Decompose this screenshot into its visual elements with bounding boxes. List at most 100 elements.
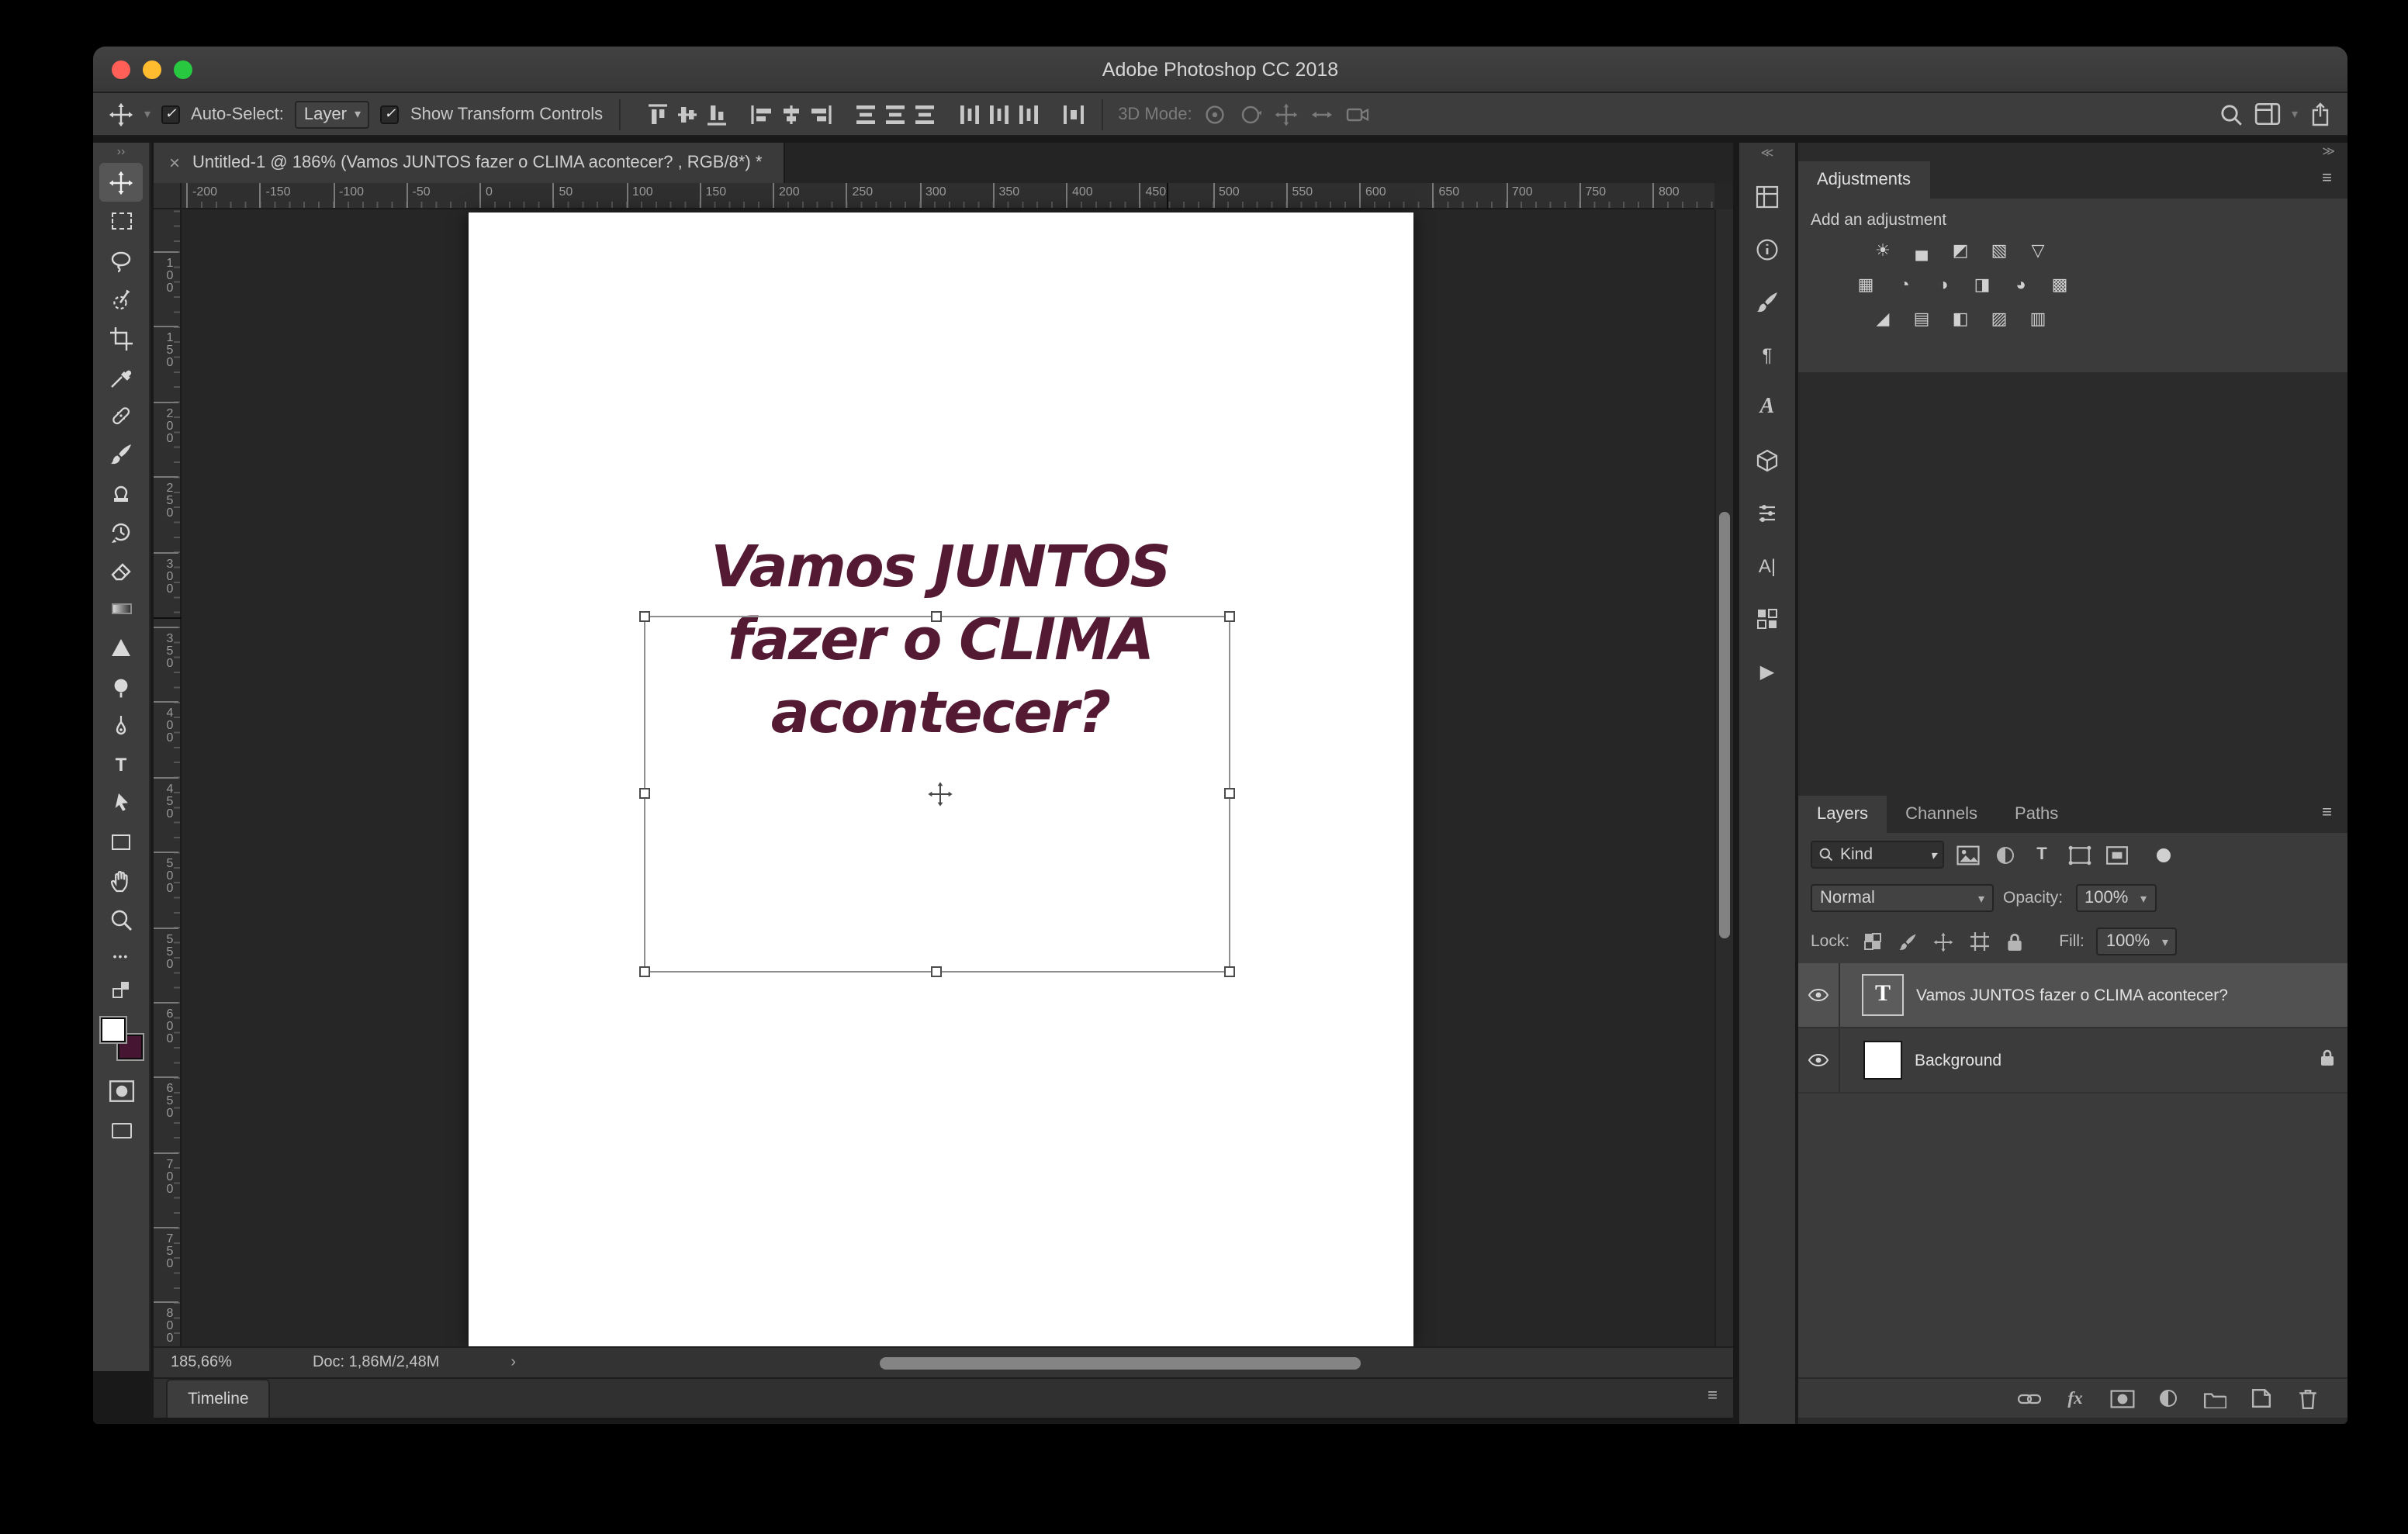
delete-layer-button[interactable] <box>2295 1385 2321 1411</box>
lock-image-icon[interactable] <box>1894 929 1921 954</box>
distribute-horizontal-centers-button[interactable] <box>986 102 1011 126</box>
quick-selection-tool[interactable] <box>99 279 143 318</box>
filter-shape-layers-icon[interactable] <box>2065 842 2093 867</box>
color-panel-icon[interactable] <box>1745 177 1789 217</box>
lock-transparency-icon[interactable] <box>1859 929 1885 954</box>
lock-position-icon[interactable] <box>1930 929 1956 954</box>
glyphs-panel-icon[interactable]: A| <box>1745 546 1789 586</box>
adjustment-icon[interactable]: ◨ <box>1969 275 1995 298</box>
fill-select[interactable]: 100% ▾ <box>2096 928 2178 955</box>
adjustment-icon[interactable]: ◧ <box>1947 309 1974 332</box>
distribute-bottom-edges-button[interactable] <box>912 102 936 126</box>
filter-type-layers-icon[interactable]: T <box>2028 842 2056 867</box>
layer-visibility-toggle[interactable] <box>1798 1028 1840 1092</box>
link-layers-button[interactable] <box>2015 1385 2042 1411</box>
lock-all-icon[interactable] <box>2001 929 2028 954</box>
adjustment-icon[interactable]: ◩ <box>1947 240 1974 264</box>
blend-mode-select[interactable]: Normal ▾ <box>1811 884 1994 912</box>
text-layer-thumbnail[interactable]: T <box>1862 974 1904 1016</box>
filter-toggle-icon[interactable] <box>2149 842 2177 867</box>
3d-roll-icon[interactable] <box>1239 102 1264 126</box>
vertical-scrollbar-thumb[interactable] <box>1719 512 1730 938</box>
distribute-vertical-centers-button[interactable] <box>882 102 907 126</box>
zoom-window-button[interactable] <box>174 60 192 79</box>
actions-panel-icon[interactable]: ▶ <box>1745 651 1789 692</box>
adjustments-menu-icon[interactable]: ≡ <box>2322 169 2332 188</box>
workspace-chevron-icon[interactable]: ▾ <box>2292 107 2298 121</box>
transform-handle[interactable] <box>1224 611 1235 622</box>
document-tab[interactable]: × Untitled-1 @ 186% (Vamos JUNTOS fazer … <box>154 143 786 183</box>
eraser-tool[interactable] <box>99 551 143 589</box>
share-icon[interactable] <box>2309 102 2332 126</box>
layers-menu-icon[interactable]: ≡ <box>2322 803 2332 822</box>
dock-collapse-chevrons[interactable]: ≫ <box>1798 143 2347 161</box>
align-left-edges-button[interactable] <box>749 102 773 126</box>
adjustment-icon[interactable]: ▩ <box>2046 275 2073 298</box>
align-horizontal-centers-button[interactable] <box>778 102 803 126</box>
align-top-edges-button[interactable] <box>645 102 669 126</box>
distribute-spacing-button[interactable] <box>1060 102 1085 126</box>
search-icon[interactable] <box>2219 102 2244 126</box>
workspace-switcher-icon[interactable] <box>2254 102 2281 126</box>
transform-handle[interactable] <box>931 611 942 622</box>
adjustment-icon[interactable]: ▥ <box>2025 309 2051 332</box>
sharpen-tool[interactable] <box>99 628 143 667</box>
new-layer-button[interactable] <box>2248 1385 2275 1411</box>
auto-select-target-select[interactable]: Layer ▾ <box>294 100 370 128</box>
adjustment-icon[interactable]: ☀ <box>1870 240 1896 264</box>
strip-collapse-chevrons[interactable]: ≪ <box>1739 143 1795 164</box>
character-panel-icon[interactable]: A <box>1745 388 1789 428</box>
layer-name[interactable]: Background <box>1915 1051 2001 1069</box>
crop-tool[interactable] <box>99 318 143 357</box>
status-chevron-icon[interactable]: › <box>510 1354 516 1371</box>
close-tab-icon[interactable]: × <box>169 152 180 174</box>
adjustment-icon[interactable]: ◑ <box>1930 275 1956 298</box>
adjustment-icon[interactable]: ◕ <box>2008 275 2034 298</box>
toolbox-collapse-chevrons[interactable]: ›› <box>93 143 149 163</box>
3d-panel-icon[interactable] <box>1745 441 1789 481</box>
eyedropper-tool[interactable] <box>99 357 143 396</box>
lasso-tool[interactable] <box>99 240 143 279</box>
layer-row-text[interactable]: T Vamos JUNTOS fazer o CLIMA acontecer? <box>1798 963 2347 1028</box>
default-colors-button[interactable] <box>99 977 143 1002</box>
spot-healing-brush-tool[interactable] <box>99 396 143 434</box>
adjustment-icon[interactable]: ▧ <box>1986 240 2012 264</box>
tab-layers[interactable]: Layers <box>1798 796 1887 833</box>
type-tool[interactable]: T <box>99 745 143 783</box>
transform-handle[interactable] <box>1224 966 1235 977</box>
lock-artboard-icon[interactable] <box>1966 929 1992 954</box>
transform-handle[interactable] <box>639 611 650 622</box>
clone-stamp-tool[interactable] <box>99 473 143 512</box>
align-vertical-centers-button[interactable] <box>674 102 699 126</box>
libraries-panel-icon[interactable] <box>1745 599 1789 639</box>
horizontal-scrollbar-thumb[interactable] <box>880 1357 1361 1370</box>
path-selection-tool[interactable] <box>99 783 143 822</box>
edit-toolbar-button[interactable]: ••• <box>99 938 143 977</box>
tab-channels[interactable]: Channels <box>1887 796 1996 833</box>
history-brush-tool[interactable] <box>99 512 143 551</box>
tab-paths[interactable]: Paths <box>1996 796 2077 833</box>
rectangle-tool[interactable] <box>99 822 143 861</box>
adjustment-icon[interactable]: ▤ <box>1908 309 1935 332</box>
screen-mode-button[interactable] <box>99 1111 143 1149</box>
add-layer-mask-button[interactable] <box>2109 1385 2135 1411</box>
3d-camera-icon[interactable] <box>1346 102 1371 126</box>
zoom-level-field[interactable]: 185,66% <box>171 1354 232 1371</box>
transform-handle[interactable] <box>639 966 650 977</box>
background-layer-thumbnail[interactable] <box>1863 1041 1902 1080</box>
quick-mask-button[interactable] <box>99 1072 143 1111</box>
hand-tool[interactable] <box>99 861 143 900</box>
properties-panel-icon[interactable] <box>1745 493 1789 534</box>
distribute-right-edges-button[interactable] <box>1015 102 1040 126</box>
timeline-tab[interactable]: Timeline <box>166 1379 271 1418</box>
layer-row-background[interactable]: Background <box>1798 1028 2347 1093</box>
adjustment-icon[interactable]: ▄ <box>1908 240 1935 264</box>
filter-kind-select[interactable]: Kind ▾ <box>1811 841 1944 869</box>
vertical-scrollbar[interactable] <box>1714 209 1733 1346</box>
transform-handle[interactable] <box>639 788 650 799</box>
foreground-swatch[interactable] <box>100 1017 125 1042</box>
align-bottom-edges-button[interactable] <box>704 102 728 126</box>
distribute-top-edges-button[interactable] <box>853 102 877 126</box>
3d-pan-icon[interactable] <box>1275 102 1299 126</box>
transform-handle[interactable] <box>931 966 942 977</box>
